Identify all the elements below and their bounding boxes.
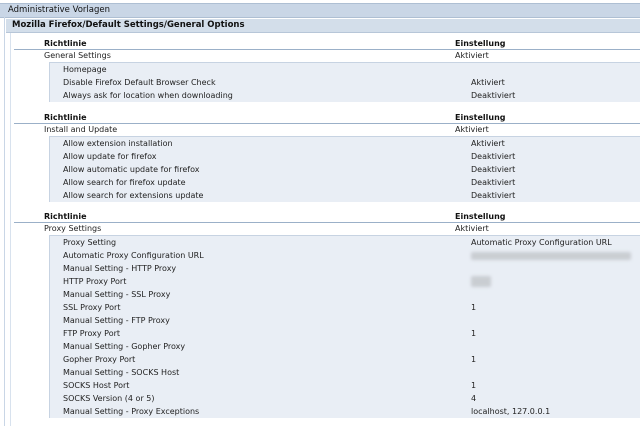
policy-value: localhost, 127.0.0.1 — [471, 407, 551, 416]
column-header-policy: Richtlinie — [44, 39, 87, 48]
policy-section-general: Richtlinie Einstellung General Settings … — [14, 39, 640, 102]
policy-name: SOCKS Version (4 or 5) — [63, 394, 155, 403]
column-header-setting: Einstellung — [455, 212, 506, 221]
section-header-admin-templates[interactable]: Administrative Vorlagen — [0, 3, 640, 18]
category-row[interactable]: General Settings Aktiviert — [14, 50, 640, 62]
policy-row[interactable]: Proxy Setting Automatic Proxy Configurati… — [50, 236, 640, 249]
policy-name: Allow search for firefox update — [63, 178, 186, 187]
frame-line — [10, 33, 11, 426]
policy-section-install-update: Richtlinie Einstellung Install and Updat… — [14, 113, 640, 202]
column-header-row: Richtlinie Einstellung — [14, 39, 640, 50]
policy-name: Allow automatic update for firefox — [63, 165, 200, 174]
policy-rows: Homepage Disable Firefox Default Browser… — [49, 62, 640, 102]
policy-row[interactable]: Manual Setting - SSL Proxy — [50, 288, 640, 301]
category-row[interactable]: Install and Update Aktiviert — [14, 124, 640, 136]
policy-rows: Proxy Setting Automatic Proxy Configurati… — [49, 235, 640, 418]
policy-row[interactable]: Homepage — [50, 63, 640, 76]
policy-value: 4 — [471, 394, 477, 403]
redacted-value — [471, 252, 631, 260]
column-header-setting: Einstellung — [455, 113, 506, 122]
policy-name: Proxy Setting — [63, 238, 117, 247]
policy-row[interactable]: Allow search for firefox update Deaktivie… — [50, 176, 640, 189]
policy-name: Homepage — [63, 65, 107, 74]
policy-row[interactable]: Manual Setting - Gopher Proxy — [50, 340, 640, 353]
policy-row[interactable]: Disable Firefox Default Browser Check Akt… — [50, 76, 640, 89]
policy-name: Manual Setting - FTP Proxy — [63, 316, 170, 325]
policy-value: Deaktiviert — [471, 152, 516, 161]
category-name: General Settings — [44, 51, 111, 60]
policy-value: Deaktiviert — [471, 91, 516, 100]
policy-row[interactable]: Automatic Proxy Configuration URL — [50, 249, 640, 262]
policy-value: 1 — [471, 355, 477, 364]
policy-row[interactable]: Manual Setting - SOCKS Host — [50, 366, 640, 379]
category-name: Install and Update — [44, 125, 118, 134]
column-header-row: Richtlinie Einstellung — [14, 212, 640, 223]
column-header-policy: Richtlinie — [44, 212, 87, 221]
frame-line — [4, 16, 5, 426]
policy-value: 1 — [471, 303, 477, 312]
policy-value: 1 — [471, 329, 477, 338]
policy-name: Allow search for extensions update — [63, 191, 204, 200]
category-value: Aktiviert — [455, 125, 489, 134]
policy-name: Gopher Proxy Port — [63, 355, 136, 364]
category-value: Aktiviert — [455, 51, 489, 60]
policy-name: Manual Setting - Proxy Exceptions — [63, 407, 200, 416]
policy-row[interactable]: Manual Setting - HTTP Proxy — [50, 262, 640, 275]
policy-section-proxy: Richtlinie Einstellung Proxy Settings Ak… — [14, 212, 640, 418]
policy-name: Allow extension installation — [63, 139, 173, 148]
policy-row[interactable]: SSL Proxy Port 1 — [50, 301, 640, 314]
policy-row[interactable]: Allow automatic update for firefox Deakti… — [50, 163, 640, 176]
policy-name: Manual Setting - SSL Proxy — [63, 290, 171, 299]
policy-name: Manual Setting - HTTP Proxy — [63, 264, 177, 273]
policy-value: Automatic Proxy Configuration URL — [471, 238, 612, 247]
category-row[interactable]: Proxy Settings Aktiviert — [14, 223, 640, 235]
column-header-setting: Einstellung — [455, 39, 506, 48]
policy-row[interactable]: HTTP Proxy Port — [50, 275, 640, 288]
policy-name: Automatic Proxy Configuration URL — [63, 251, 204, 260]
policy-name: SOCKS Host Port — [63, 381, 130, 390]
policy-row[interactable]: Allow update for firefox Deaktiviert — [50, 150, 640, 163]
policy-value: Aktiviert — [471, 139, 505, 148]
policy-name: Manual Setting - SOCKS Host — [63, 368, 180, 377]
policy-row[interactable]: SOCKS Host Port 1 — [50, 379, 640, 392]
policy-name: HTTP Proxy Port — [63, 277, 127, 286]
policy-name: Manual Setting - Gopher Proxy — [63, 342, 186, 351]
section-header-firefox-options[interactable]: Mozilla Firefox/Default Settings/General… — [6, 19, 640, 33]
policy-row[interactable]: SOCKS Version (4 or 5) 4 — [50, 392, 640, 405]
policy-rows: Allow extension installation Aktiviert Al… — [49, 136, 640, 202]
category-name: Proxy Settings — [44, 224, 102, 233]
policy-name: FTP Proxy Port — [63, 329, 121, 338]
policy-value: Deaktiviert — [471, 191, 516, 200]
policy-row[interactable]: FTP Proxy Port 1 — [50, 327, 640, 340]
policy-value: Deaktiviert — [471, 178, 516, 187]
policy-row[interactable]: Allow search for extensions update Deakti… — [50, 189, 640, 202]
column-header-policy: Richtlinie — [44, 113, 87, 122]
policy-name: Disable Firefox Default Browser Check — [63, 78, 216, 87]
policy-value: Aktiviert — [471, 78, 505, 87]
policy-name: Always ask for location when downloading — [63, 91, 233, 100]
policy-value: 1 — [471, 381, 477, 390]
policy-row[interactable]: Manual Setting - Proxy Exceptions localho… — [50, 405, 640, 418]
policy-row[interactable]: Allow extension installation Aktiviert — [50, 137, 640, 150]
category-value: Aktiviert — [455, 224, 489, 233]
column-header-row: Richtlinie Einstellung — [14, 113, 640, 124]
policy-value: Deaktiviert — [471, 165, 516, 174]
policy-row[interactable]: Always ask for location when downloading… — [50, 89, 640, 102]
policy-row[interactable]: Gopher Proxy Port 1 — [50, 353, 640, 366]
policy-name: Allow update for firefox — [63, 152, 157, 161]
policy-name: SSL Proxy Port — [63, 303, 121, 312]
policy-row[interactable]: Manual Setting - FTP Proxy — [50, 314, 640, 327]
redacted-value — [471, 276, 491, 287]
